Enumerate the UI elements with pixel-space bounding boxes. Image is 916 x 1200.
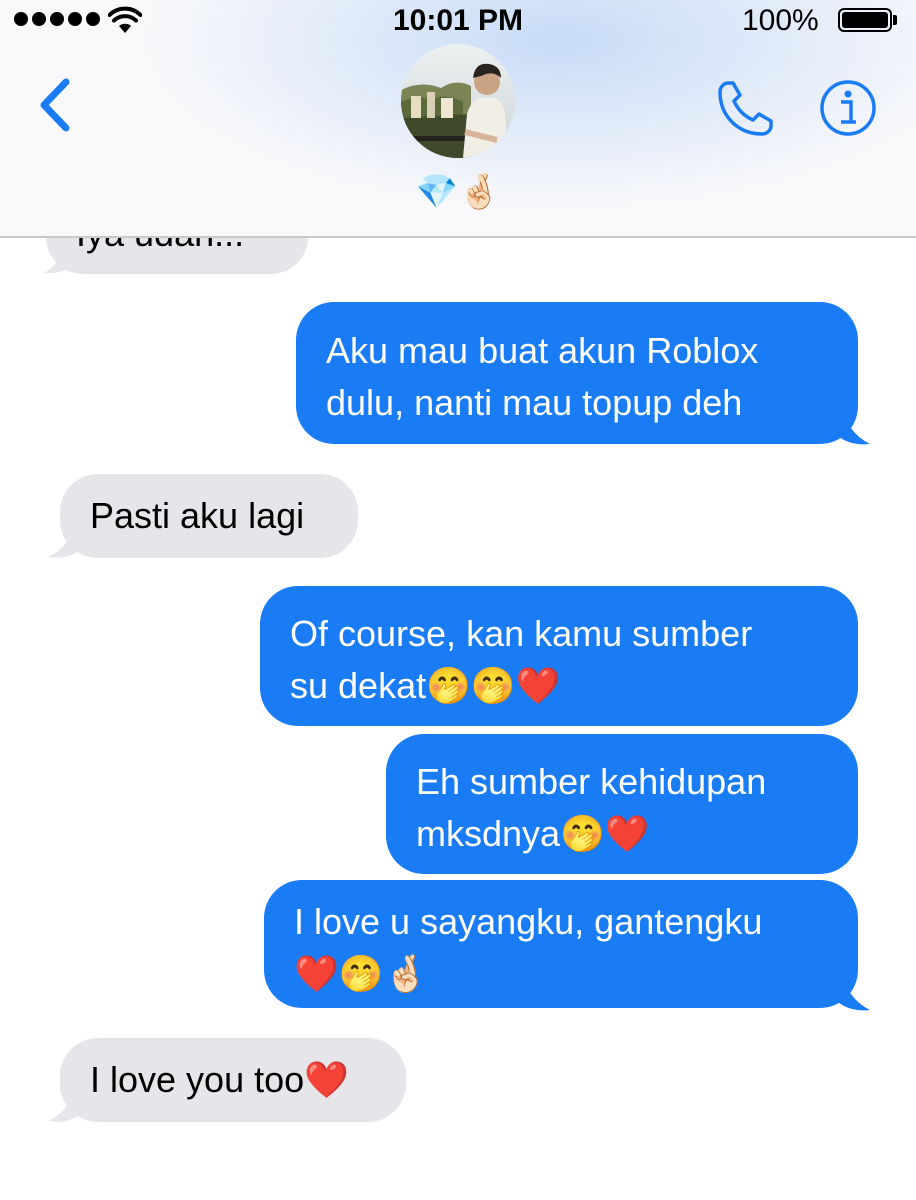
contact-avatar[interactable]	[401, 44, 515, 158]
phone-icon	[718, 81, 773, 136]
back-button[interactable]	[32, 74, 82, 138]
message-bubble-sent[interactable]: Of course, kan kamu sumber su dekat🤭🤭❤️	[260, 586, 858, 726]
battery-icon	[838, 8, 892, 32]
contact-name[interactable]: 💎🤞🏻	[0, 170, 916, 214]
avatar-photo	[401, 44, 515, 158]
message-bubble-sent[interactable]: Aku mau buat akun Roblox dulu, nanti mau…	[296, 302, 858, 444]
details-button[interactable]	[818, 78, 878, 138]
call-button[interactable]	[712, 76, 778, 142]
status-bar: 10:01 PM 100%	[0, 0, 916, 44]
chevron-left-icon	[40, 78, 70, 132]
info-icon	[820, 80, 876, 136]
message-bubble-sent[interactable]: Eh sumber kehidupan mksdnya🤭❤️	[386, 734, 858, 874]
message-bubble-sent[interactable]: I love u sayangku, gantengku ❤️🤭🤞🏻	[264, 880, 858, 1008]
conversation-header: 10:01 PM 100% 💎🤞🏻	[0, 0, 916, 238]
battery-percentage: 100%	[742, 4, 819, 37]
battery-tip	[893, 15, 897, 25]
message-bubble-received[interactable]: Pasti aku lagi	[60, 474, 358, 558]
message-bubble-received[interactable]: I love you too❤️	[60, 1038, 406, 1122]
